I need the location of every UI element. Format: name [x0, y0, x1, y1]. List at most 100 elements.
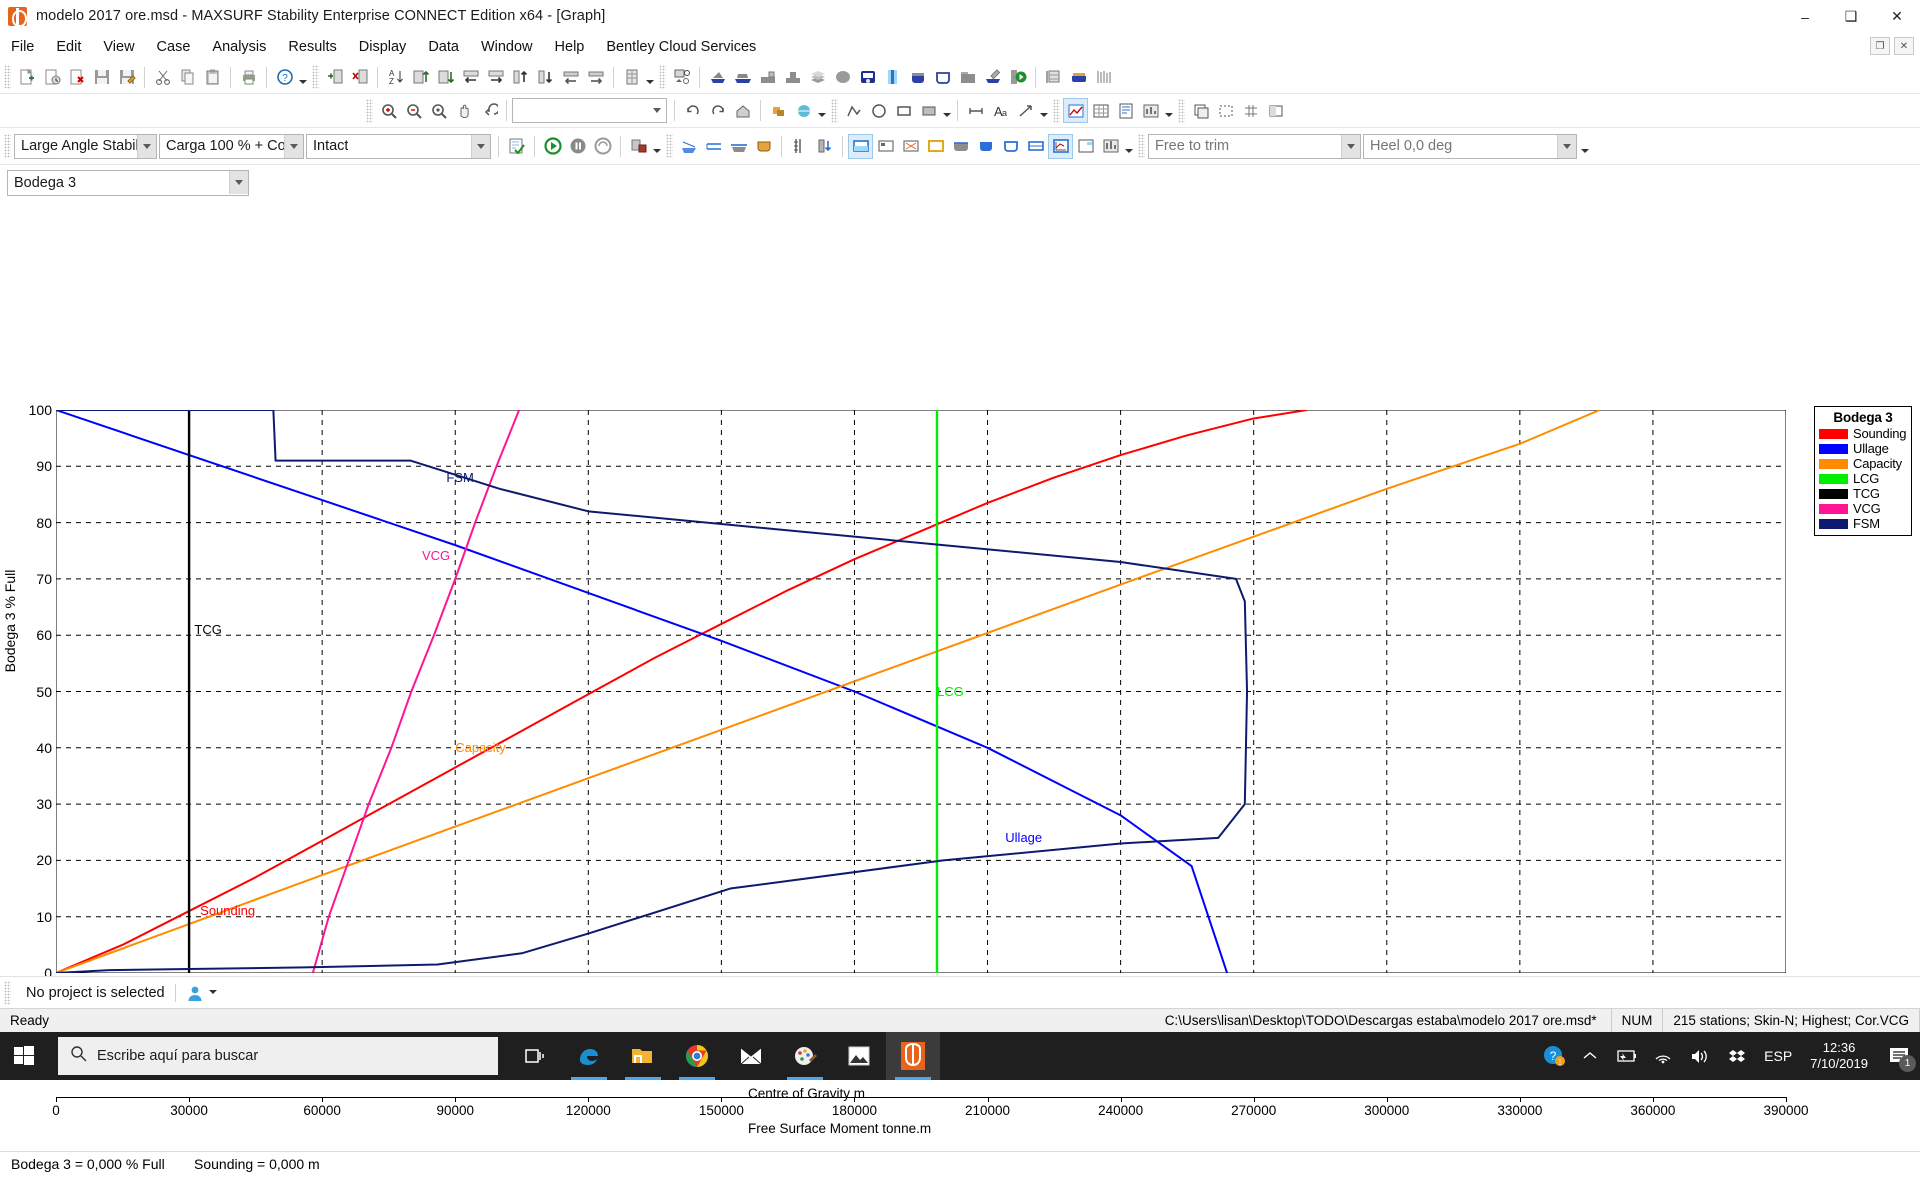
- graph-settings-icon[interactable]: [1098, 134, 1123, 159]
- render-dropdown-caret[interactable]: [816, 98, 827, 123]
- deck-view-icon[interactable]: [755, 65, 780, 90]
- rotate-left-icon[interactable]: [680, 98, 705, 123]
- file-explorer-icon[interactable]: [616, 1032, 670, 1080]
- grid-toggle-icon[interactable]: [1238, 98, 1263, 123]
- superstructure-icon[interactable]: [780, 65, 805, 90]
- chevron-down-icon[interactable]: [647, 99, 666, 122]
- graph-dropdown-caret[interactable]: [1123, 134, 1134, 159]
- column-down-icon[interactable]: [433, 65, 458, 90]
- close-file-icon[interactable]: [64, 65, 89, 90]
- chrome-icon[interactable]: [670, 1032, 724, 1080]
- paste-icon[interactable]: [200, 65, 225, 90]
- pan-hand-icon[interactable]: [451, 98, 476, 123]
- grid-measure-icon[interactable]: [1041, 65, 1066, 90]
- print-icon[interactable]: [236, 65, 261, 90]
- taskbar-clock[interactable]: 12:36 7/10/2019: [1800, 1040, 1878, 1072]
- paint-icon[interactable]: [778, 1032, 832, 1080]
- move-up-icon[interactable]: [508, 65, 533, 90]
- loadcase-combo[interactable]: Carga 100 % + Cons: [159, 133, 304, 159]
- frame-icon[interactable]: [1213, 98, 1238, 123]
- save-as-icon[interactable]: [114, 65, 139, 90]
- chevron-down-icon[interactable]: [1341, 134, 1360, 158]
- trim-mode-combo[interactable]: Free to trim: [1148, 133, 1361, 159]
- vessel-longitudinal-icon[interactable]: [1066, 65, 1091, 90]
- render-icon[interactable]: [766, 98, 791, 123]
- toolbar-grip[interactable]: [666, 134, 673, 158]
- task-view-icon[interactable]: [508, 1032, 562, 1080]
- toolbar-grip[interactable]: [1138, 134, 1145, 158]
- damage-condition-combo[interactable]: Intact: [306, 133, 491, 159]
- open-file-icon[interactable]: [39, 65, 64, 90]
- menu-item-help[interactable]: Help: [544, 36, 596, 58]
- batch-analysis-icon[interactable]: [626, 134, 651, 159]
- menu-item-case[interactable]: Case: [146, 36, 202, 58]
- dimension-icon[interactable]: [963, 98, 988, 123]
- photos-icon[interactable]: [832, 1032, 886, 1080]
- batch-dropdown-caret[interactable]: [651, 134, 662, 159]
- insert-row-icon[interactable]: [322, 65, 347, 90]
- hull-section-icon[interactable]: [948, 134, 973, 159]
- table-properties-icon[interactable]: [619, 65, 644, 90]
- tank-tag-icon[interactable]: [855, 65, 880, 90]
- edge-icon[interactable]: [562, 1032, 616, 1080]
- display-grid-icon[interactable]: [873, 134, 898, 159]
- toolbar-grip[interactable]: [312, 65, 319, 89]
- close-button[interactable]: ✕: [1874, 0, 1920, 33]
- cut-icon[interactable]: [150, 65, 175, 90]
- table-view-icon[interactable]: [1088, 98, 1113, 123]
- vessel-lines-icon[interactable]: [1091, 65, 1116, 90]
- toolbar-grip[interactable]: [4, 65, 11, 89]
- taskbar-search-box[interactable]: Escribe aquí para buscar: [58, 1037, 498, 1075]
- report-view-icon[interactable]: [1113, 98, 1138, 123]
- graph-view-icon[interactable]: [1063, 98, 1088, 123]
- rectangle-icon[interactable]: [891, 98, 916, 123]
- move-left-icon[interactable]: [458, 65, 483, 90]
- zoom-level-combo[interactable]: [512, 98, 667, 123]
- analysis-type-combo[interactable]: Large Angle Stabili: [14, 133, 157, 159]
- undo-zoom-icon[interactable]: [476, 98, 501, 123]
- volume-icon[interactable]: [1682, 1048, 1720, 1065]
- section-icon[interactable]: [830, 65, 855, 90]
- tank-empty-icon[interactable]: [930, 65, 955, 90]
- ship-profile-icon[interactable]: [730, 65, 755, 90]
- toolbar-grip[interactable]: [4, 134, 11, 158]
- layers-icon[interactable]: [1188, 98, 1213, 123]
- delete-row-icon[interactable]: [347, 65, 372, 90]
- minimize-button[interactable]: –: [1782, 0, 1828, 33]
- save-icon[interactable]: [89, 65, 114, 90]
- rotate-right-icon[interactable]: [705, 98, 730, 123]
- start-button[interactable]: [0, 1032, 48, 1080]
- legend-toggle-icon[interactable]: [1073, 134, 1098, 159]
- compartment-icon[interactable]: [955, 65, 980, 90]
- waterline-icon[interactable]: [726, 134, 751, 159]
- menu-item-view[interactable]: View: [92, 36, 145, 58]
- home-view-icon[interactable]: [730, 98, 755, 123]
- maximize-button[interactable]: ❑: [1828, 0, 1874, 33]
- toolbar-grip[interactable]: [1178, 98, 1185, 123]
- move-down-icon[interactable]: [533, 65, 558, 90]
- menu-item-edit[interactable]: Edit: [45, 36, 92, 58]
- text-tool-icon[interactable]: Aa: [988, 98, 1013, 123]
- tank-outline-icon[interactable]: [998, 134, 1023, 159]
- zoom-out-icon[interactable]: [401, 98, 426, 123]
- column-up-icon[interactable]: [408, 65, 433, 90]
- heel-view-icon[interactable]: [676, 134, 701, 159]
- stop-refresh-icon[interactable]: [590, 134, 615, 159]
- toolbar-grip[interactable]: [1053, 98, 1060, 123]
- toolbar-grip[interactable]: [659, 65, 666, 89]
- plot-area[interactable]: [56, 410, 1786, 973]
- menu-item-window[interactable]: Window: [470, 36, 544, 58]
- copy-icon[interactable]: [175, 65, 200, 90]
- draft-marks-icon[interactable]: [787, 134, 812, 159]
- run-analysis-icon[interactable]: [1005, 65, 1030, 90]
- trim-view-icon[interactable]: [701, 134, 726, 159]
- sort-az-icon[interactable]: AZ: [383, 65, 408, 90]
- user-account-dropdown[interactable]: [174, 983, 218, 1002]
- language-indicator[interactable]: ESP: [1756, 1048, 1800, 1064]
- menu-item-data[interactable]: Data: [417, 36, 470, 58]
- help-notification-icon[interactable]: ?!: [1534, 1044, 1574, 1068]
- toolbar-grip[interactable]: [366, 98, 373, 123]
- dropbox-icon[interactable]: [1720, 1048, 1756, 1064]
- display-cross-icon[interactable]: [898, 134, 923, 159]
- compartment-fill-icon[interactable]: [973, 134, 998, 159]
